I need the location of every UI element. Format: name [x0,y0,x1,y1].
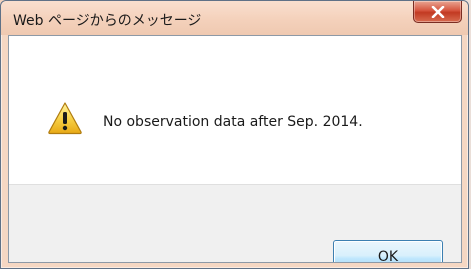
dialog-title: Web ページからのメッセージ [13,13,202,29]
ok-button[interactable]: OK [333,240,443,262]
close-x-icon [431,5,444,18]
dialog-content: No observation data after Sep. 2014. OK [8,35,462,263]
message-dialog: Web ページからのメッセージ No observation data afte… [0,0,469,269]
button-area: OK [9,184,461,262]
message-area: No observation data after Sep. 2014. [9,36,461,184]
dialog-titlebar[interactable]: Web ページからのメッセージ [1,1,468,35]
close-button[interactable] [413,1,462,23]
dialog-message: No observation data after Sep. 2014. [103,114,363,130]
warning-icon [48,102,82,135]
